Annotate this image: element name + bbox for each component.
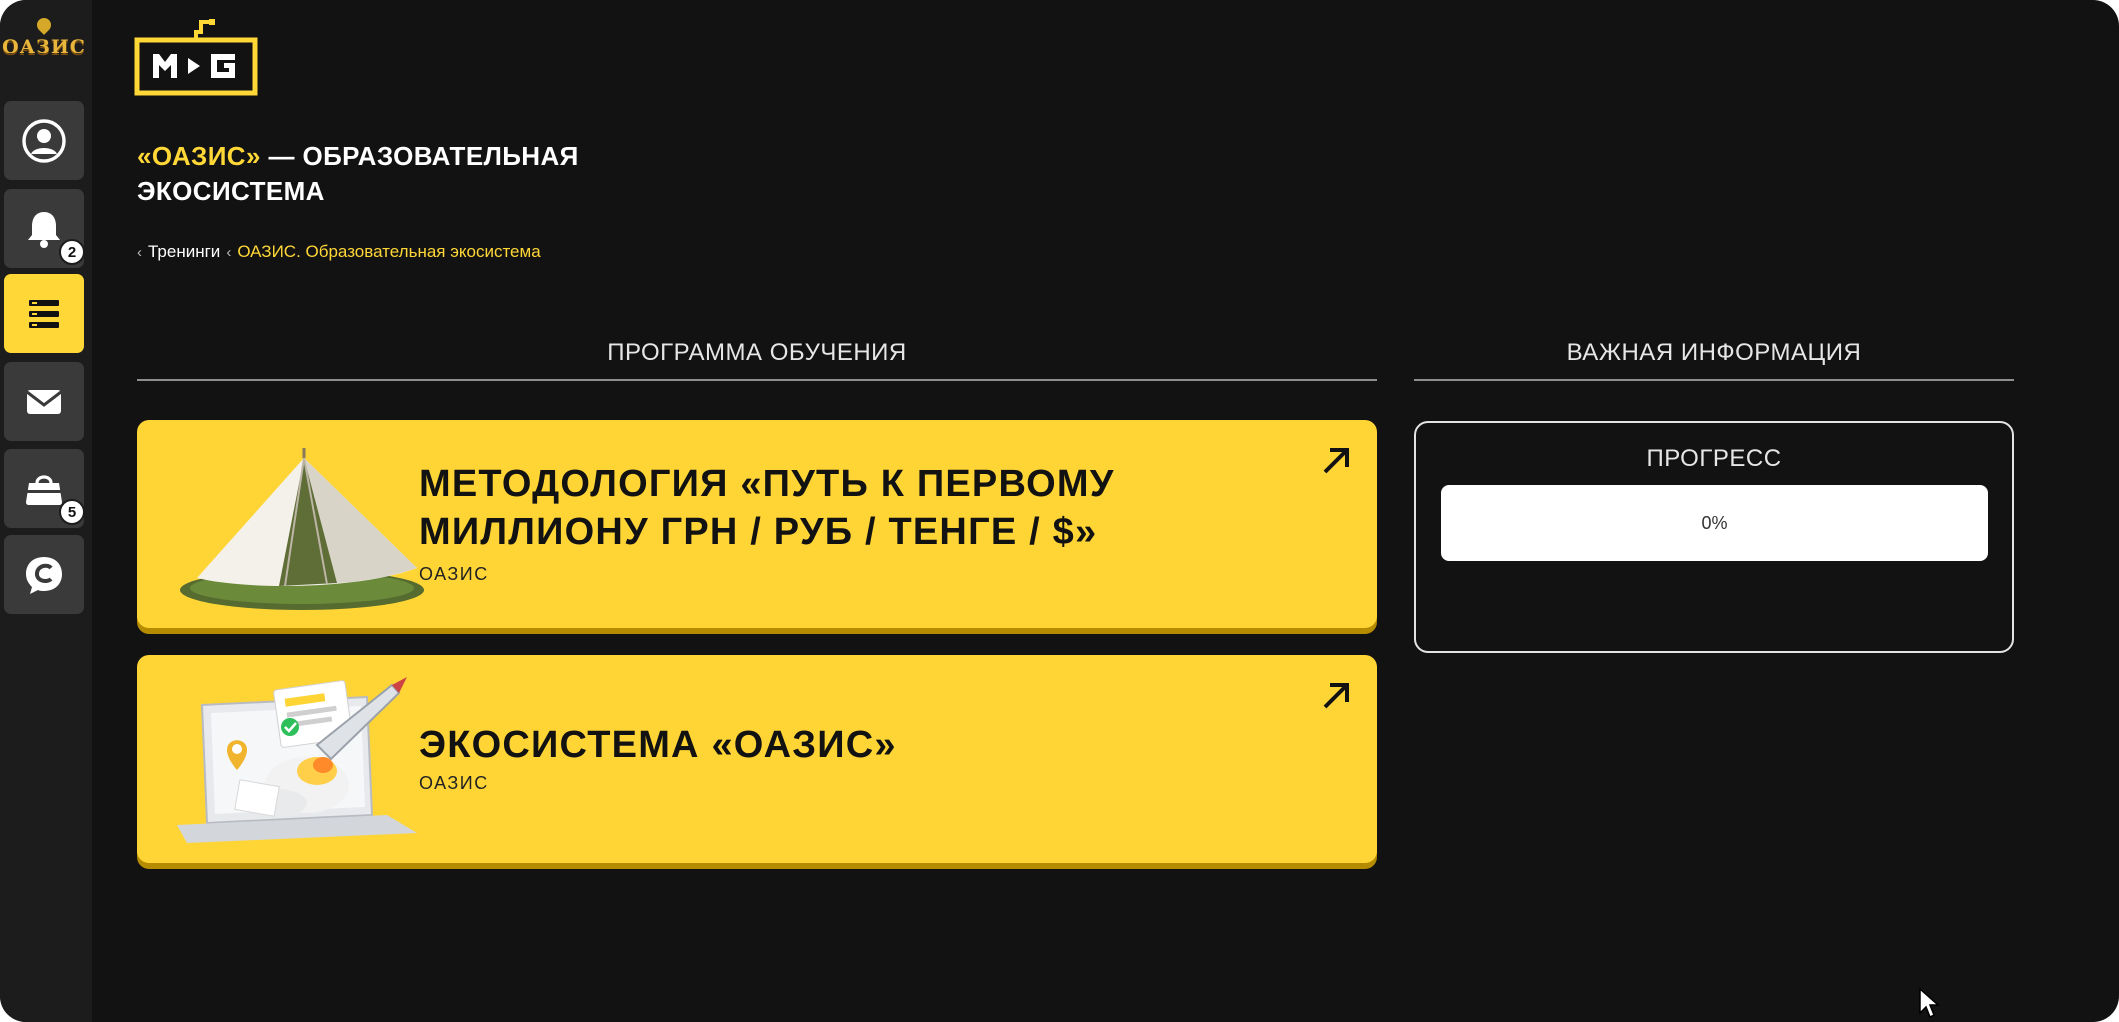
user-circle-icon	[22, 118, 66, 163]
module-card[interactable]: МЕТОДОЛОГИЯ «ПУТЬ К ПЕРВОМУ МИЛЛИОНУ ГРН…	[137, 420, 1377, 628]
module-title: ЭКОСИСТЕМА «ОАЗИС»	[419, 724, 897, 766]
chevron-left-icon: ‹	[226, 243, 232, 261]
section-program-heading: ПРОГРАММА ОБУЧЕНИЯ	[137, 326, 1377, 381]
laptop-rocket-image	[177, 677, 417, 843]
tent-image	[180, 448, 424, 610]
sidebar-item-profile[interactable]	[4, 101, 84, 180]
chat-bubble-icon	[26, 556, 62, 594]
module-subtitle: ОАЗИС	[419, 773, 489, 793]
notifications-badge: 2	[59, 239, 85, 265]
list-icon	[29, 299, 59, 328]
app-window: ОАЗИС 2 5 «ОАЗИС» — ОБРАЗОВАТЕЛЬНАЯ ЭКОС…	[0, 0, 2119, 1022]
module-title: МЕТОДОЛОГИЯ «ПУТЬ К ПЕРВОМУ МИЛЛИОНУ ГРН…	[419, 463, 1115, 553]
breadcrumb-trainings[interactable]: Тренинги	[148, 242, 220, 262]
mg-logo[interactable]	[134, 16, 260, 96]
module-card[interactable]: ЭКОСИСТЕМА «ОАЗИС» ОАЗИС	[137, 655, 1377, 863]
page-title-accent: «ОАЗИС»	[137, 141, 261, 171]
sidebar: ОАЗИС 2 5	[0, 0, 92, 1022]
arrow-up-right-icon[interactable]	[1321, 681, 1351, 711]
section-info-heading: ВАЖНАЯ ИНФОРМАЦИЯ	[1414, 326, 2014, 381]
arrow-up-right-icon[interactable]	[1321, 446, 1351, 476]
breadcrumb: ‹ Тренинги ‹ ОАЗИС. Образовательная экос…	[137, 242, 541, 262]
chevron-left-icon: ‹	[137, 243, 142, 261]
shop-badge: 5	[59, 499, 85, 525]
sidebar-item-chat[interactable]	[4, 535, 84, 614]
sidebar-item-messages[interactable]	[4, 362, 84, 441]
mouse-cursor-icon	[1919, 987, 1940, 1019]
progress-panel: ПРОГРЕСС 0%	[1414, 421, 2014, 653]
sidebar-item-trainings[interactable]	[4, 274, 84, 353]
map-pin-icon	[34, 15, 54, 35]
oasis-logo[interactable]: ОАЗИС	[2, 15, 85, 64]
progress-value: 0%	[1701, 512, 1728, 533]
progress-title: ПРОГРЕСС	[1646, 445, 1782, 472]
oasis-logo-text: ОАЗИС	[2, 36, 86, 58]
progress-bar: 0%	[1441, 485, 1988, 561]
breadcrumb-current[interactable]: ОАЗИС. Образовательная экосистема	[237, 242, 540, 262]
module-subtitle: ОАЗИС	[419, 564, 489, 584]
page-title: «ОАЗИС» — ОБРАЗОВАТЕЛЬНАЯ ЭКОСИСТЕМА	[137, 139, 677, 209]
envelope-icon	[26, 389, 62, 414]
